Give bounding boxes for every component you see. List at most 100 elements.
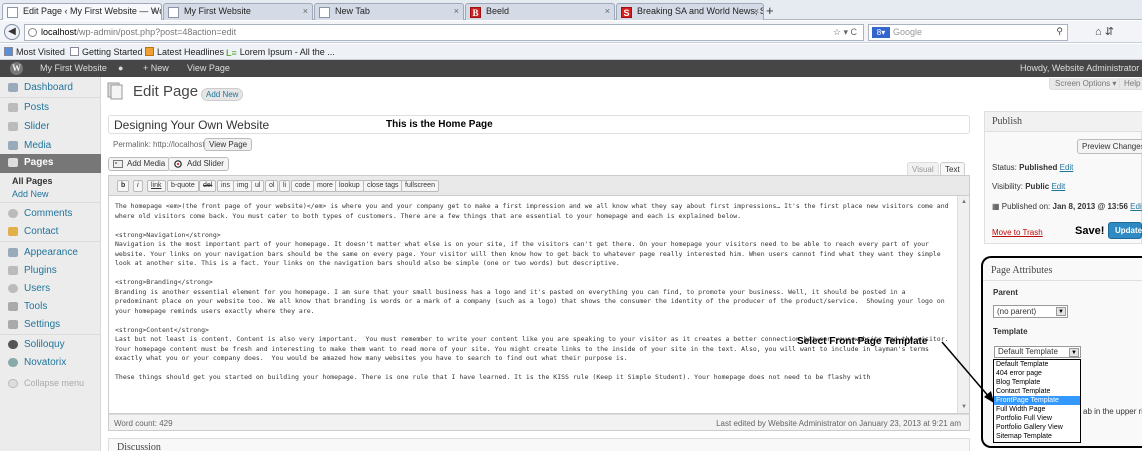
search-icon[interactable]: ⚲: [1056, 26, 1063, 37]
wordpress-logo-icon[interactable]: W: [10, 62, 23, 75]
browser-tab-beeld[interactable]: B Beeld ×: [465, 3, 615, 20]
edit-visibility-link[interactable]: Edit: [1051, 182, 1065, 191]
sidebar-item-contact[interactable]: Contact: [0, 223, 101, 240]
view-page-link[interactable]: View Page: [187, 63, 230, 73]
sidebar-item-dashboard[interactable]: Dashboard: [0, 79, 101, 96]
sidebar-subitem-all-pages[interactable]: All Pages: [0, 174, 100, 186]
bookmark-latest-headlines[interactable]: Latest Headlines: [145, 47, 224, 57]
browser-tab-my-first-website[interactable]: My First Website ×: [163, 3, 313, 20]
quicktag-del-button[interactable]: del: [199, 180, 217, 192]
chevron-down-icon[interactable]: ▼: [1056, 307, 1066, 316]
discussion-box-title[interactable]: Discussion: [108, 438, 970, 451]
sidebar-item-media[interactable]: Media: [0, 137, 101, 154]
home-icon[interactable]: ⌂ ⇵: [1095, 25, 1114, 38]
browser-tab-edit-page[interactable]: Edit Page ‹ My First Website — Word... ×: [2, 3, 162, 20]
pages-icon: [8, 158, 18, 167]
template-option[interactable]: Default Template: [994, 360, 1080, 369]
template-option[interactable]: Full Width Page: [994, 405, 1080, 414]
template-option[interactable]: 404 error page: [994, 369, 1080, 378]
comments-bubble-icon[interactable]: ●: [118, 63, 123, 73]
quicktag-lookup-button[interactable]: lookup: [335, 180, 364, 192]
quicktag-close-tags-button[interactable]: close tags: [363, 180, 403, 192]
sidebar-item-plugins[interactable]: Plugins: [0, 262, 101, 279]
scroll-up-icon[interactable]: ▲: [961, 199, 967, 205]
move-to-trash-link[interactable]: Move to Trash: [992, 228, 1043, 237]
quicktag-bold-button[interactable]: b: [117, 180, 130, 192]
page-icon: [7, 7, 18, 18]
bookmark-most-visited[interactable]: Most Visited: [4, 47, 65, 57]
sidebar-item-slider[interactable]: Slider: [0, 118, 101, 135]
quicktag-ul-button[interactable]: ul: [251, 180, 265, 192]
add-new-button[interactable]: Add New: [201, 88, 244, 101]
template-option[interactable]: Contact Template: [994, 387, 1080, 396]
template-option[interactable]: Portfolio Full View: [994, 414, 1080, 423]
quicktag-img-button[interactable]: img: [233, 180, 253, 192]
sidebar-item-comments[interactable]: Comments: [0, 205, 101, 222]
sidebar-item-novatorix[interactable]: Novatorix: [0, 354, 101, 371]
quicktag-code-button[interactable]: code: [291, 180, 315, 192]
site-name-link[interactable]: My First Website: [40, 63, 107, 73]
tab-visual[interactable]: Visual: [907, 162, 939, 176]
sidebar-item-pages[interactable]: Pages: [0, 154, 101, 173]
url-bar[interactable]: localhost/wp-admin/post.php?post=48actio…: [24, 24, 864, 41]
sidebar-item-tools[interactable]: Tools: [0, 298, 101, 315]
browser-tab-new-tab[interactable]: New Tab ×: [314, 3, 464, 20]
edit-date-link[interactable]: Edit: [1130, 202, 1142, 211]
post-title-input[interactable]: Designing Your Own Website: [108, 115, 970, 134]
update-button[interactable]: Update: [1108, 222, 1142, 239]
bookmark-star-icon[interactable]: ☆ ▾ C: [833, 27, 857, 38]
search-input[interactable]: 8▾ Google ⚲: [868, 24, 1068, 41]
quicktag-fullscreen-button[interactable]: fullscreen: [401, 180, 439, 192]
close-icon[interactable]: ×: [454, 6, 459, 16]
sidebar-item-soliloquy[interactable]: Soliloquy: [0, 336, 101, 353]
chevron-down-icon[interactable]: ▼: [1069, 348, 1079, 357]
sidebar-separator: [0, 97, 100, 98]
quicktag-bquote-button[interactable]: b-quote: [167, 180, 199, 192]
sidebar-item-users[interactable]: Users: [0, 280, 101, 297]
template-option[interactable]: Sitemap Template: [994, 432, 1080, 441]
permalink-label: Permalink: http://localhost/: [113, 140, 207, 149]
settings-icon: [8, 320, 18, 329]
bookmark-lorem-ipsum[interactable]: L≡ Lorem Ipsum - All the ...: [226, 47, 335, 58]
parent-select[interactable]: (no parent) ▼: [993, 305, 1068, 318]
close-icon[interactable]: ×: [754, 6, 759, 16]
quicktag-ol-button[interactable]: ol: [265, 180, 279, 192]
template-option[interactable]: Blog Template: [994, 378, 1080, 387]
edit-status-link[interactable]: Edit: [1060, 163, 1074, 172]
add-slider-button[interactable]: Add Slider: [168, 157, 229, 171]
quicktag-li-button[interactable]: li: [279, 180, 291, 192]
sidebar-item-appearance[interactable]: Appearance: [0, 244, 101, 261]
bookmark-getting-started[interactable]: Getting Started: [70, 47, 143, 57]
quicktag-more-button[interactable]: more: [313, 180, 337, 192]
quicktag-ins-button[interactable]: ins: [217, 180, 234, 192]
template-option[interactable]: Portfolio Gallery View: [994, 423, 1080, 432]
quicktag-link-button[interactable]: link: [147, 180, 166, 192]
template-option-selected[interactable]: FrontPage Template: [994, 396, 1080, 405]
sidebar-item-posts[interactable]: Posts: [0, 99, 101, 116]
close-icon[interactable]: ×: [303, 6, 308, 16]
content-editor-textarea[interactable]: The homepage <em>(the front page of your…: [108, 195, 970, 414]
sidebar-item-settings[interactable]: Settings: [0, 316, 101, 333]
close-icon[interactable]: ×: [152, 6, 157, 16]
sidebar-subitem-add-new[interactable]: Add New: [0, 187, 100, 199]
browser-tab-breaking-news[interactable]: S Breaking SA and World News, Sports, ..…: [616, 3, 764, 20]
close-icon[interactable]: ×: [605, 6, 610, 16]
new-tab-button[interactable]: +: [766, 4, 774, 17]
annotation-home-page: This is the Home Page: [386, 119, 493, 130]
collapse-menu-button[interactable]: Collapse menu: [0, 375, 101, 392]
add-media-button[interactable]: Add Media: [108, 157, 171, 171]
page-icon: [168, 7, 179, 18]
template-select[interactable]: Default Template ▼: [994, 346, 1081, 358]
new-content-link[interactable]: + New: [143, 63, 169, 73]
preview-changes-button[interactable]: Preview Changes: [1077, 139, 1142, 154]
howdy-user-link[interactable]: Howdy, Website Administrator: [1020, 63, 1139, 73]
view-page-button[interactable]: View Page: [204, 138, 253, 151]
sidebar-separator: [0, 241, 100, 242]
pin-icon: [8, 122, 18, 131]
help-button[interactable]: Help: [1119, 78, 1142, 90]
screen-options-button[interactable]: Screen Options ▾: [1049, 78, 1123, 90]
quicktag-italic-button[interactable]: i: [133, 180, 143, 192]
tab-text[interactable]: Text: [940, 162, 965, 176]
back-arrow-icon[interactable]: ◀: [4, 24, 20, 40]
annotation-save: Save!: [1075, 225, 1105, 237]
